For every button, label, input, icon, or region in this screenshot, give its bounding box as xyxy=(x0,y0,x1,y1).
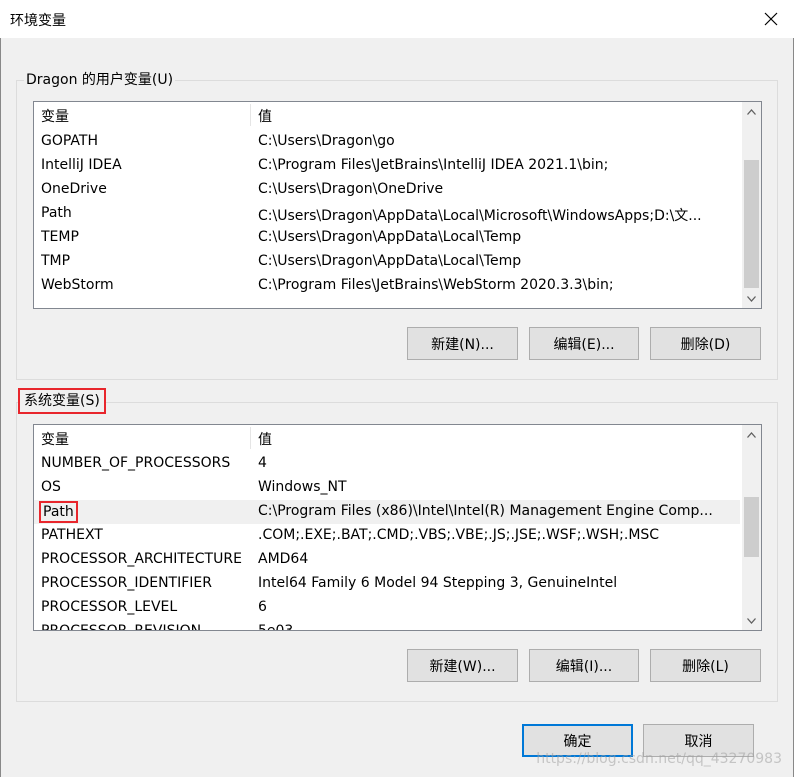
system-variables-label: 系统变量(S) xyxy=(18,388,106,414)
row-value: Intel64 Family 6 Model 94 Stepping 3, Ge… xyxy=(258,575,618,591)
row-name: TEMP xyxy=(41,229,79,245)
row-name: NUMBER_OF_PROCESSORS xyxy=(41,455,231,471)
chevron-up-icon xyxy=(747,431,756,438)
row-value: 6 xyxy=(258,599,267,615)
row-value: Windows_NT xyxy=(258,479,347,495)
row-name: IntelliJ IDEA xyxy=(41,157,122,173)
row-value: 5e03 xyxy=(258,623,294,631)
row-value: 4 xyxy=(258,455,267,471)
table-row[interactable]: IntelliJ IDEA C:\Program Files\JetBrains\… xyxy=(34,154,740,178)
table-row[interactable]: OneDrive C:\Users\Dragon\OneDrive xyxy=(34,178,740,202)
system-delete-button[interactable]: 删除(L) xyxy=(650,649,761,682)
table-row[interactable]: PROCESSOR_ARCHITECTURE AMD64 xyxy=(34,548,740,572)
table-row[interactable]: GOPATH C:\Users\Dragon\go xyxy=(34,130,740,154)
user-variables-label: Dragon 的用户变量(U) xyxy=(24,69,176,89)
table-row[interactable]: TMP C:\Users\Dragon\AppData\Local\Temp xyxy=(34,250,740,274)
row-name: WebStorm xyxy=(41,277,114,293)
row-value: C:\Users\Dragon\AppData\Local\Temp xyxy=(258,253,522,269)
column-header-value[interactable]: 值 xyxy=(258,106,272,126)
column-separator xyxy=(250,104,251,126)
row-value: C:\Program Files\JetBrains\WebStorm 2020… xyxy=(258,277,614,293)
row-value: AMD64 xyxy=(258,551,309,567)
system-new-button[interactable]: 新建(W)... xyxy=(407,649,518,682)
row-name: Path xyxy=(41,205,72,221)
close-button[interactable] xyxy=(748,0,794,38)
user-delete-button[interactable]: 删除(D) xyxy=(650,327,761,360)
row-name-highlighted: Path xyxy=(39,501,78,523)
row-name: PROCESSOR_ARCHITECTURE xyxy=(41,551,242,567)
row-name: OS xyxy=(41,479,61,495)
scroll-up-button[interactable] xyxy=(742,103,761,120)
vertical-scrollbar[interactable] xyxy=(742,102,761,308)
table-row[interactable]: Path C:\Users\Dragon\AppData\Local\Micros… xyxy=(34,202,740,226)
table-row[interactable]: WebStorm C:\Program Files\JetBrains\WebSt… xyxy=(34,274,740,298)
chevron-up-icon xyxy=(747,108,756,115)
row-name: GOPATH xyxy=(41,133,98,149)
column-header-variable[interactable]: 变量 xyxy=(41,429,69,449)
user-new-button[interactable]: 新建(N)... xyxy=(407,327,518,360)
table-row[interactable]: TEMP C:\Users\Dragon\AppData\Local\Temp xyxy=(34,226,740,250)
row-value: C:\Program Files\JetBrains\IntelliJ IDEA… xyxy=(258,157,609,173)
scroll-thumb[interactable] xyxy=(744,497,759,557)
table-row-selected[interactable]: Path C:\Program Files (x86)\Intel\Intel(R… xyxy=(34,500,740,524)
row-name: TMP xyxy=(41,253,71,269)
row-name: PROCESSOR_REVISION xyxy=(41,623,202,631)
chevron-down-icon xyxy=(747,617,756,624)
vertical-scrollbar[interactable] xyxy=(742,425,761,630)
table-row[interactable]: PROCESSOR_IDENTIFIER Intel64 Family 6 Mod… xyxy=(34,572,740,596)
column-separator xyxy=(250,427,251,449)
chevron-down-icon xyxy=(747,295,756,302)
list-header: 变量 值 xyxy=(34,102,740,128)
table-row[interactable]: OS Windows_NT xyxy=(34,476,740,500)
window-title: 环境变量 xyxy=(10,13,66,29)
row-value: C:\Users\Dragon\go xyxy=(258,133,395,149)
table-row[interactable]: NUMBER_OF_PROCESSORS 4 xyxy=(34,452,740,476)
table-row[interactable]: PROCESSOR_LEVEL 6 xyxy=(34,596,740,620)
system-variables-list[interactable]: 变量 值 NUMBER_OF_PROCESSORS 4 OS Windows_NT … xyxy=(33,424,762,631)
row-value: C:\Users\Dragon\AppData\Local\Microsoft\… xyxy=(258,208,702,224)
system-edit-button[interactable]: 编辑(I)... xyxy=(529,649,639,682)
row-value: C:\Users\Dragon\OneDrive xyxy=(258,181,444,197)
scroll-down-button[interactable] xyxy=(742,612,761,629)
watermark: https://blog.csdn.net/qq_43270983 xyxy=(536,751,782,767)
row-name: OneDrive xyxy=(41,181,107,197)
row-name: PATHEXT xyxy=(41,527,103,543)
row-value: C:\Program Files (x86)\Intel\Intel(R) Ma… xyxy=(258,503,713,519)
scroll-thumb[interactable] xyxy=(744,160,759,288)
row-value: .COM;.EXE;.BAT;.CMD;.VBS;.VBE;.JS;.JSE;.… xyxy=(258,527,660,543)
table-row[interactable]: PROCESSOR_REVISION 5e03 xyxy=(34,620,740,631)
user-variables-list[interactable]: 变量 值 GOPATH C:\Users\Dragon\go IntelliJ I… xyxy=(33,101,762,309)
window-border-left xyxy=(0,0,1,777)
column-header-variable[interactable]: 变量 xyxy=(41,106,69,126)
column-header-value[interactable]: 值 xyxy=(258,429,272,449)
list-header: 变量 值 xyxy=(34,425,740,451)
row-value: C:\Users\Dragon\AppData\Local\Temp xyxy=(258,229,522,245)
user-edit-button[interactable]: 编辑(E)... xyxy=(529,327,639,360)
row-name: PROCESSOR_LEVEL xyxy=(41,599,178,615)
close-icon xyxy=(764,12,778,26)
title-bar: 环境变量 xyxy=(0,0,794,38)
table-row[interactable]: PATHEXT .COM;.EXE;.BAT;.CMD;.VBS;.VBE;.JS… xyxy=(34,524,740,548)
row-name: PROCESSOR_IDENTIFIER xyxy=(41,575,212,591)
scroll-up-button[interactable] xyxy=(742,426,761,443)
scroll-down-button[interactable] xyxy=(742,290,761,307)
